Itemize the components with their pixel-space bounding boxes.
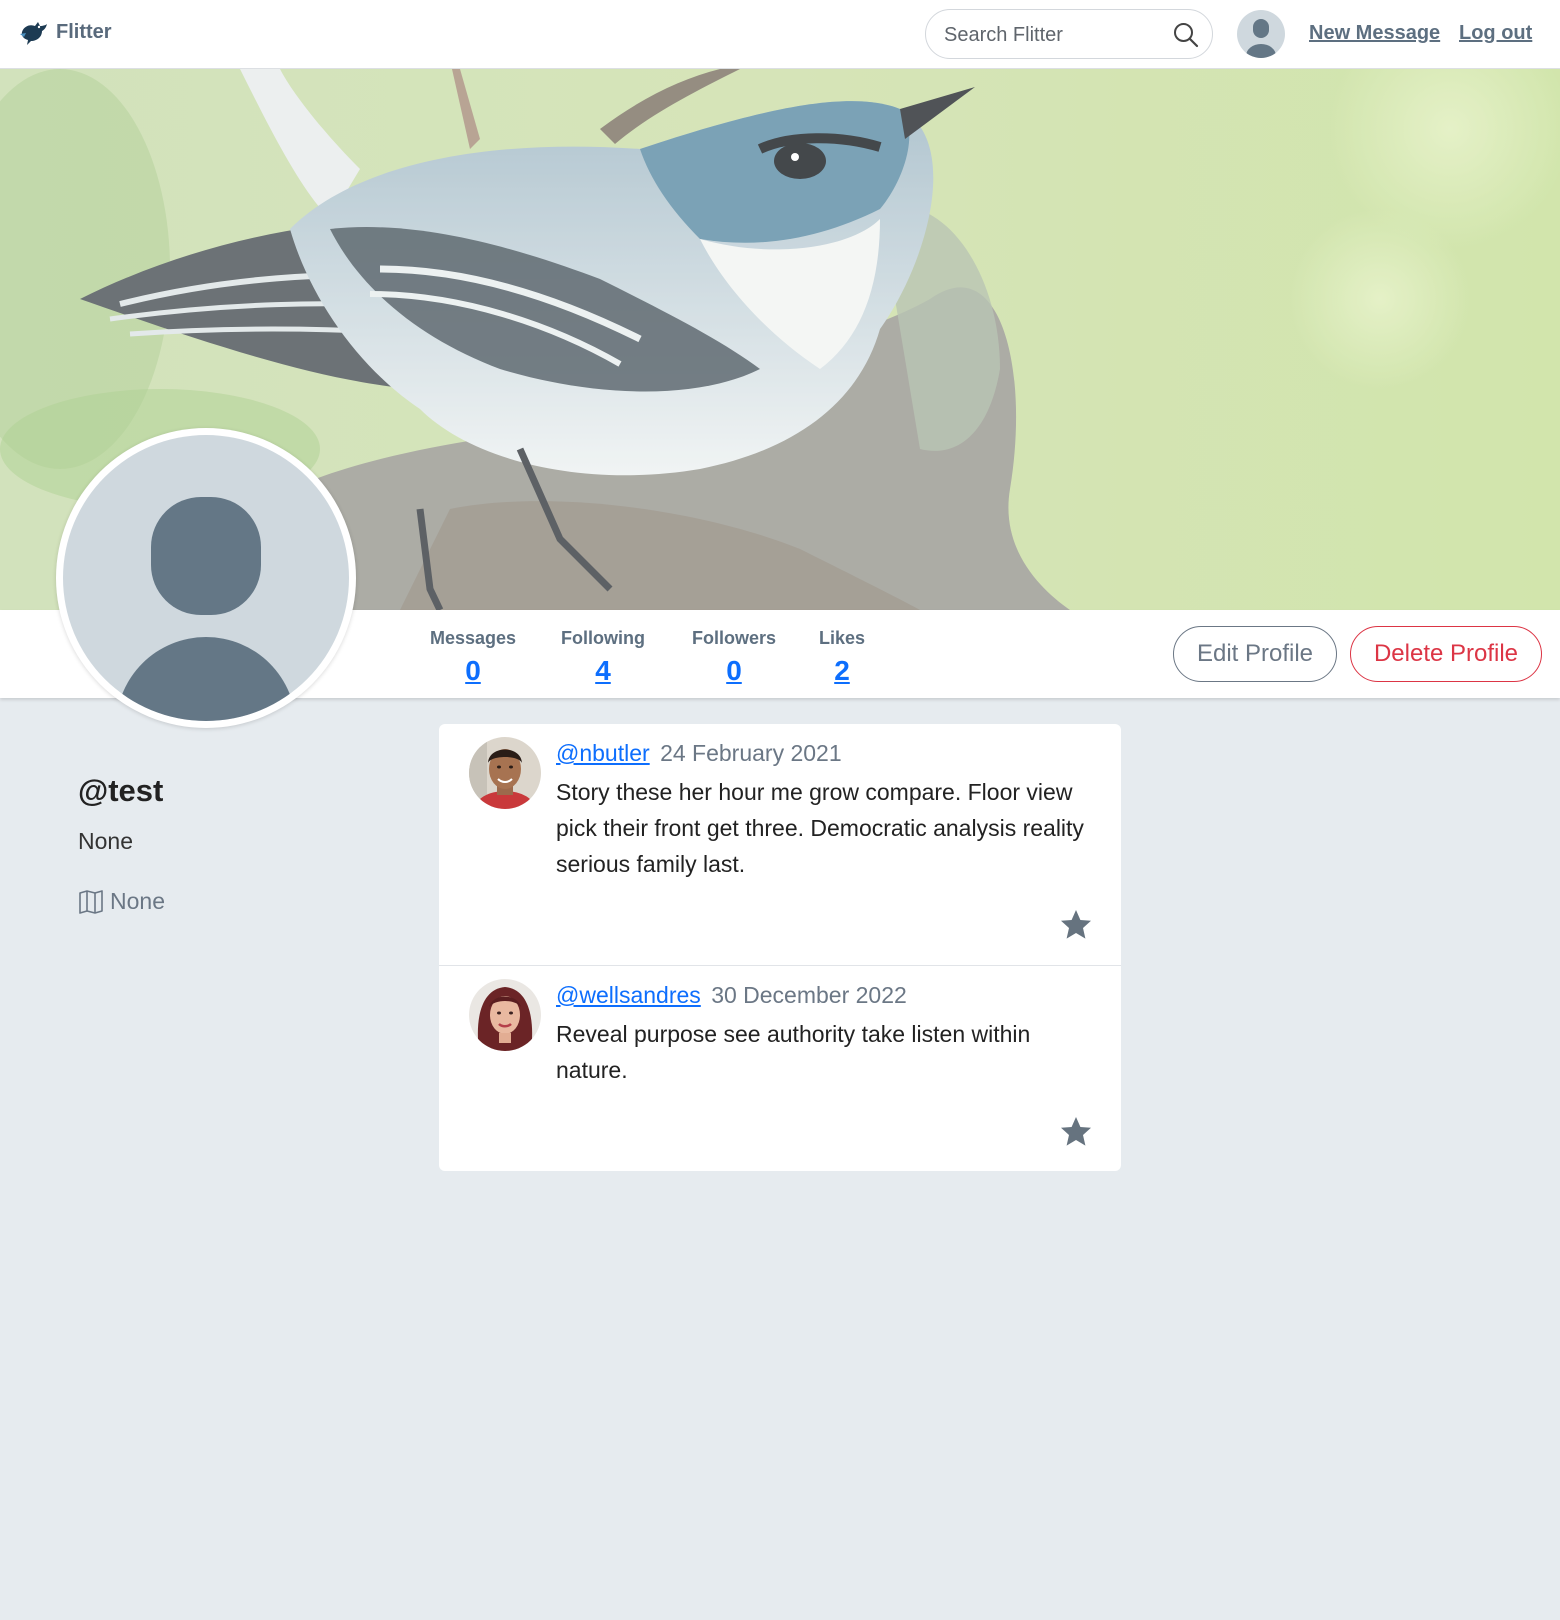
message-item: @wellsandres 30 December 2022 Reveal pur…	[439, 966, 1121, 1171]
search-icon[interactable]	[1172, 21, 1200, 49]
stat-following: Following 4	[558, 628, 648, 687]
author-avatar[interactable]	[469, 737, 541, 809]
stat-label: Likes	[818, 628, 866, 648]
nav-user-avatar[interactable]	[1237, 10, 1285, 58]
stat-likes: Likes 2	[810, 628, 874, 687]
likes-count-link[interactable]: 2	[810, 655, 874, 687]
messages-count-link[interactable]: 0	[430, 655, 516, 687]
author-avatar[interactable]	[469, 979, 541, 1051]
search-box	[925, 9, 1213, 59]
like-star-icon[interactable]	[1059, 1115, 1093, 1149]
woman-portrait-image	[469, 979, 541, 1051]
profile-location: None	[78, 888, 165, 915]
man-portrait-image	[469, 737, 541, 809]
edit-profile-button[interactable]: Edit Profile	[1173, 626, 1337, 682]
stat-label: Following	[561, 628, 645, 648]
message-text: Story these her hour me grow compare. Fl…	[556, 779, 1084, 877]
bird-logo-icon	[20, 22, 47, 45]
message-header: @wellsandres 30 December 2022	[556, 982, 907, 1009]
user-silhouette-icon	[116, 497, 296, 721]
brand-link[interactable]: Flitter	[18, 18, 112, 46]
message-text: Reveal purpose see authority take listen…	[556, 1021, 1031, 1083]
following-count-link[interactable]: 4	[558, 655, 648, 687]
navbar: Flitter New Message Log out	[0, 0, 1560, 69]
profile-bio: None	[78, 828, 133, 854]
stat-messages: Messages 0	[430, 628, 516, 687]
like-star-icon[interactable]	[1059, 908, 1093, 942]
message-header: @nbutler 24 February 2021	[556, 740, 842, 767]
message-feed: @nbutler 24 February 2021 Story these he…	[439, 724, 1121, 1171]
stat-label: Followers	[691, 628, 776, 648]
author-username-link[interactable]: @wellsandres	[556, 982, 701, 1008]
stat-label: Messages	[430, 628, 517, 648]
message-date: 30 December 2022	[711, 982, 907, 1008]
profile-avatar	[56, 428, 356, 728]
message-date: 24 February 2021	[660, 740, 842, 766]
stat-followers: Followers 0	[688, 628, 780, 687]
map-icon	[79, 889, 103, 914]
user-silhouette-icon	[1246, 19, 1276, 58]
brand-name: Flitter	[56, 20, 112, 43]
search-input[interactable]	[944, 22, 1164, 48]
location-text: None	[110, 888, 165, 914]
author-username-link[interactable]: @nbutler	[556, 740, 650, 766]
delete-profile-button[interactable]: Delete Profile	[1350, 626, 1542, 682]
message-item: @nbutler 24 February 2021 Story these he…	[439, 724, 1121, 966]
followers-count-link[interactable]: 0	[688, 655, 780, 687]
profile-username: @test	[78, 773, 164, 808]
logout-link[interactable]: Log out	[1459, 22, 1532, 45]
new-message-link[interactable]: New Message	[1309, 22, 1440, 45]
